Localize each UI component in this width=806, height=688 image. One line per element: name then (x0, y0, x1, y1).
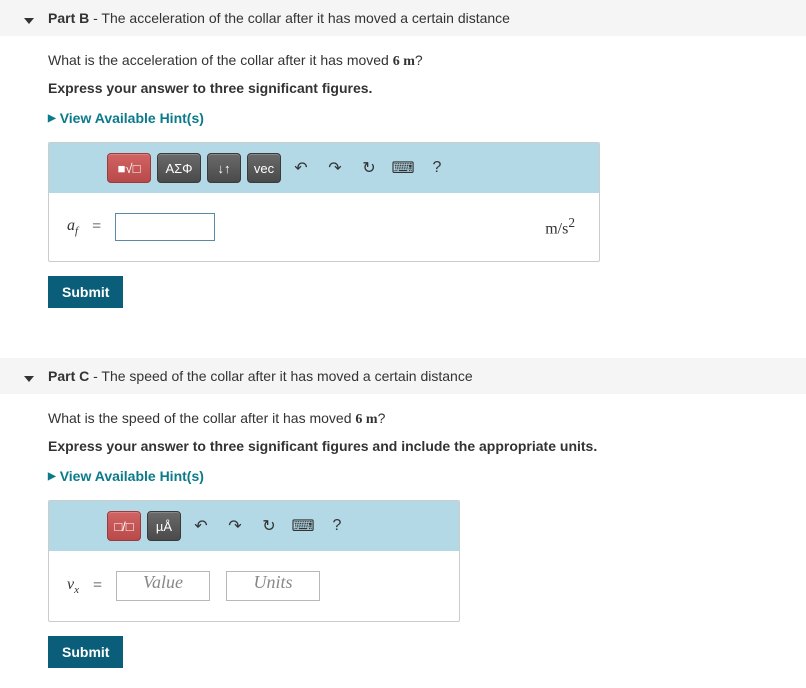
redo-button[interactable]: ↷ (321, 154, 349, 182)
part-b-question: What is the acceleration of the collar a… (48, 52, 790, 70)
chevron-right-icon: ▶ (48, 113, 56, 124)
question-val: 6 m (355, 412, 377, 427)
template-button[interactable]: □/□ (107, 511, 141, 541)
help-button[interactable]: ? (323, 512, 351, 540)
units-label: m/s2 (545, 215, 581, 238)
undo-button[interactable]: ↶ (187, 512, 215, 540)
reset-icon: ↻ (362, 158, 375, 178)
part-b-submit-button[interactable]: Submit (48, 276, 123, 308)
value-input[interactable]: Value (116, 571, 210, 601)
collapse-part-b[interactable] (24, 13, 34, 29)
part-b-header: Part B - The acceleration of the collar … (0, 0, 806, 36)
part-c-answer-frame: □/□ µÅ ↶ ↷ ↻ ⌨ ? vx = Val (48, 500, 460, 622)
part-b-subtitle: - The acceleration of the collar after i… (89, 10, 510, 26)
redo-icon: ↷ (228, 516, 241, 536)
undo-button[interactable]: ↶ (287, 154, 315, 182)
hints-label: View Available Hint(s) (60, 468, 204, 484)
question-val: 6 m (393, 54, 415, 69)
undo-icon: ↶ (294, 158, 307, 178)
chevron-down-icon (24, 16, 34, 26)
chevron-down-icon (24, 374, 34, 384)
part-c-submit-button[interactable]: Submit (48, 636, 123, 668)
question-pre: What is the speed of the collar after it… (48, 410, 355, 426)
equals-sign: = (93, 577, 102, 595)
part-b-label: Part B (48, 10, 89, 26)
part-c-header: Part C - The speed of the collar after i… (0, 358, 806, 394)
part-b-instruct: Express your answer to three significant… (48, 80, 790, 96)
sqrt-template-icon: ■√□ (118, 161, 141, 176)
help-button[interactable]: ? (423, 154, 451, 182)
collapse-part-c[interactable] (24, 371, 34, 387)
keyboard-button[interactable]: ⌨ (289, 512, 317, 540)
question-pre: What is the acceleration of the collar a… (48, 52, 393, 68)
units-input[interactable]: Units (226, 571, 320, 601)
part-b-hints[interactable]: ▶ View Available Hint(s) (48, 110, 790, 126)
var-label: af (67, 217, 78, 237)
equals-sign: = (92, 218, 101, 236)
template-button[interactable]: ■√□ (107, 153, 151, 183)
undo-icon: ↶ (194, 516, 207, 536)
reset-button[interactable]: ↻ (355, 154, 383, 182)
fraction-template-icon: □/□ (114, 519, 133, 534)
part-b-answer-frame: ■√□ ΑΣΦ ↓↑ vec ↶ ↷ ↻ ⌨ ? (48, 142, 600, 262)
part-c-label: Part C (48, 368, 89, 384)
redo-icon: ↷ (328, 158, 341, 178)
part-c-subtitle: - The speed of the collar after it has m… (89, 368, 472, 384)
part-b-toolbar: ■√□ ΑΣΦ ↓↑ vec ↶ ↷ ↻ ⌨ ? (49, 143, 599, 193)
subsup-button[interactable]: ↓↑ (207, 153, 241, 183)
hints-label: View Available Hint(s) (60, 110, 204, 126)
greek-button[interactable]: ΑΣΦ (157, 153, 201, 183)
redo-button[interactable]: ↷ (221, 512, 249, 540)
part-b-answer-input[interactable] (115, 213, 215, 241)
vector-button[interactable]: vec (247, 153, 281, 183)
part-c-toolbar: □/□ µÅ ↶ ↷ ↻ ⌨ ? (49, 501, 459, 551)
reset-button[interactable]: ↻ (255, 512, 283, 540)
units-special-button[interactable]: µÅ (147, 511, 181, 541)
question-post: ? (378, 410, 386, 426)
part-c-question: What is the speed of the collar after it… (48, 410, 790, 428)
var-label: vx (67, 576, 79, 596)
keyboard-icon: ⌨ (391, 158, 414, 178)
keyboard-icon: ⌨ (291, 516, 314, 536)
reset-icon: ↻ (262, 516, 275, 536)
chevron-right-icon: ▶ (48, 471, 56, 482)
part-c-instruct: Express your answer to three significant… (48, 438, 790, 454)
part-c-hints[interactable]: ▶ View Available Hint(s) (48, 468, 790, 484)
keyboard-button[interactable]: ⌨ (389, 154, 417, 182)
question-post: ? (415, 52, 423, 68)
